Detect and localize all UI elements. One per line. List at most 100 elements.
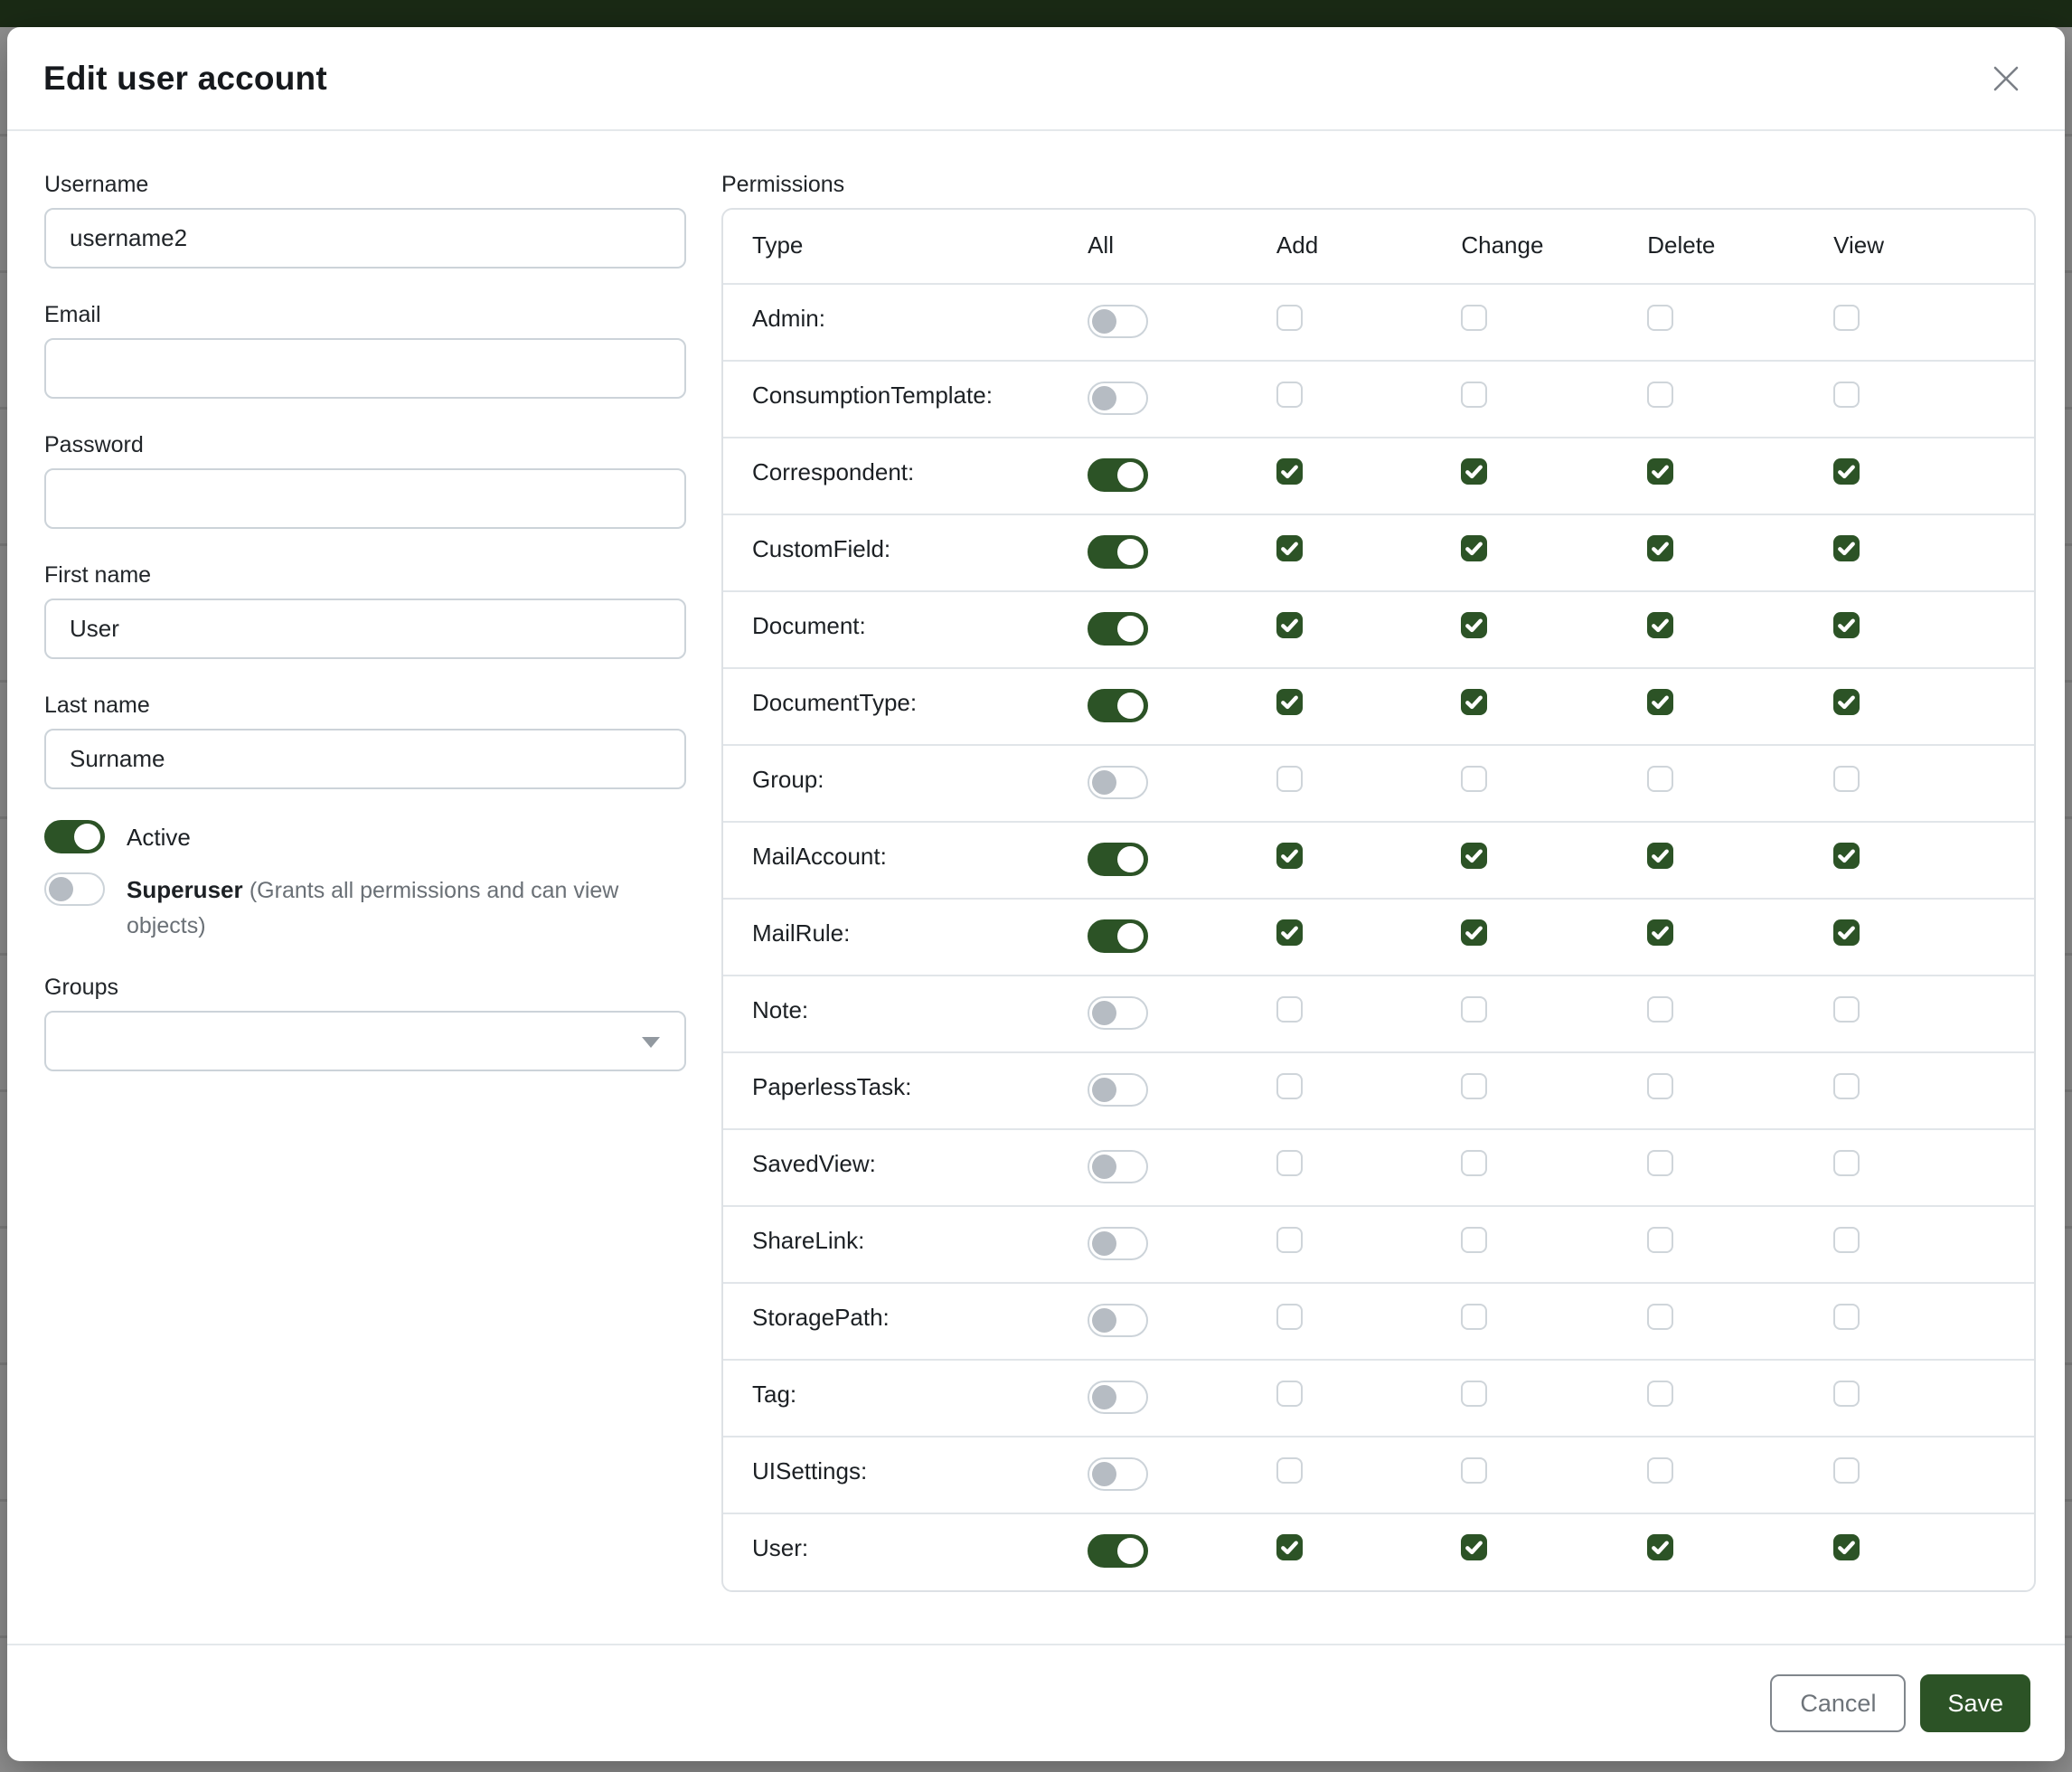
toggle-knob bbox=[1117, 923, 1144, 949]
permission-add-checkbox[interactable] bbox=[1276, 996, 1303, 1023]
permission-change-checkbox[interactable] bbox=[1461, 1227, 1487, 1253]
permission-all-toggle[interactable] bbox=[1088, 382, 1148, 415]
permission-view-checkbox[interactable] bbox=[1833, 612, 1860, 638]
permission-change-checkbox[interactable] bbox=[1461, 305, 1487, 331]
user-form: Username Email Password First name Last … bbox=[44, 169, 686, 1102]
permission-all-toggle[interactable] bbox=[1088, 458, 1148, 492]
permission-add-checkbox[interactable] bbox=[1276, 382, 1303, 408]
permission-delete-checkbox[interactable] bbox=[1647, 1227, 1673, 1253]
permission-change-checkbox[interactable] bbox=[1461, 1073, 1487, 1099]
permission-all-toggle[interactable] bbox=[1088, 1381, 1148, 1414]
permission-view-checkbox[interactable] bbox=[1833, 1304, 1860, 1330]
password-field[interactable] bbox=[44, 468, 686, 529]
permission-delete-checkbox[interactable] bbox=[1647, 458, 1673, 485]
permission-view-checkbox[interactable] bbox=[1833, 305, 1860, 331]
groups-select[interactable] bbox=[44, 1011, 686, 1071]
permission-change-checkbox[interactable] bbox=[1461, 766, 1487, 792]
permission-add-checkbox[interactable] bbox=[1276, 766, 1303, 792]
save-button[interactable]: Save bbox=[1920, 1674, 2030, 1732]
permission-add-checkbox[interactable] bbox=[1276, 1381, 1303, 1407]
permission-delete-checkbox[interactable] bbox=[1647, 305, 1673, 331]
permission-all-toggle[interactable] bbox=[1088, 535, 1148, 569]
permission-change-checkbox[interactable] bbox=[1461, 1457, 1487, 1484]
permission-add-checkbox[interactable] bbox=[1276, 919, 1303, 946]
permission-change-checkbox[interactable] bbox=[1461, 612, 1487, 638]
permission-add-checkbox[interactable] bbox=[1276, 612, 1303, 638]
permission-add-checkbox[interactable] bbox=[1276, 458, 1303, 485]
permission-all-toggle[interactable] bbox=[1088, 1150, 1148, 1183]
permission-change-checkbox[interactable] bbox=[1461, 919, 1487, 946]
permission-view-checkbox[interactable] bbox=[1833, 766, 1860, 792]
permission-all-toggle[interactable] bbox=[1088, 1227, 1148, 1260]
permission-delete-checkbox[interactable] bbox=[1647, 766, 1673, 792]
permission-add-checkbox[interactable] bbox=[1276, 1534, 1303, 1560]
permission-delete-checkbox[interactable] bbox=[1647, 1381, 1673, 1407]
permission-change-checkbox[interactable] bbox=[1461, 1534, 1487, 1560]
close-icon[interactable] bbox=[1985, 58, 2027, 99]
permission-add-checkbox[interactable] bbox=[1276, 1227, 1303, 1253]
cancel-button[interactable]: Cancel bbox=[1770, 1674, 1906, 1732]
permission-view-checkbox[interactable] bbox=[1833, 535, 1860, 561]
active-toggle[interactable] bbox=[44, 820, 105, 853]
permission-view-checkbox[interactable] bbox=[1833, 1457, 1860, 1484]
first-name-field[interactable] bbox=[44, 599, 686, 659]
permission-view-checkbox[interactable] bbox=[1833, 689, 1860, 715]
permission-add-checkbox[interactable] bbox=[1276, 1304, 1303, 1330]
permission-view-checkbox[interactable] bbox=[1833, 1381, 1860, 1407]
superuser-toggle[interactable] bbox=[44, 872, 105, 906]
permission-change-checkbox[interactable] bbox=[1461, 689, 1487, 715]
permission-change-checkbox[interactable] bbox=[1461, 458, 1487, 485]
permission-view-checkbox[interactable] bbox=[1833, 458, 1860, 485]
email-field[interactable] bbox=[44, 338, 686, 399]
permission-all-toggle[interactable] bbox=[1088, 919, 1148, 953]
permission-change-checkbox[interactable] bbox=[1461, 996, 1487, 1023]
permission-view-checkbox[interactable] bbox=[1833, 382, 1860, 408]
permission-all-toggle[interactable] bbox=[1088, 996, 1148, 1030]
permission-delete-checkbox[interactable] bbox=[1647, 535, 1673, 561]
permission-add-checkbox[interactable] bbox=[1276, 535, 1303, 561]
permission-all-toggle[interactable] bbox=[1088, 766, 1148, 799]
permission-all-toggle[interactable] bbox=[1088, 689, 1148, 722]
permission-change-checkbox[interactable] bbox=[1461, 1304, 1487, 1330]
last-name-field[interactable] bbox=[44, 729, 686, 789]
permission-add-checkbox[interactable] bbox=[1276, 305, 1303, 331]
permission-add-checkbox[interactable] bbox=[1276, 1457, 1303, 1484]
permission-view-checkbox[interactable] bbox=[1833, 1227, 1860, 1253]
username-input[interactable] bbox=[44, 208, 686, 269]
permission-all-toggle[interactable] bbox=[1088, 1073, 1148, 1107]
permission-delete-checkbox[interactable] bbox=[1647, 1534, 1673, 1560]
permission-view-checkbox[interactable] bbox=[1833, 996, 1860, 1023]
permission-delete-checkbox[interactable] bbox=[1647, 919, 1673, 946]
permission-change-checkbox[interactable] bbox=[1461, 382, 1487, 408]
permission-all-toggle[interactable] bbox=[1088, 305, 1148, 338]
permission-delete-checkbox[interactable] bbox=[1647, 1150, 1673, 1176]
permission-change-checkbox[interactable] bbox=[1461, 1150, 1487, 1176]
permission-view-checkbox[interactable] bbox=[1833, 919, 1860, 946]
permission-delete-checkbox[interactable] bbox=[1647, 1304, 1673, 1330]
toggle-knob bbox=[1092, 1385, 1116, 1409]
permission-delete-checkbox[interactable] bbox=[1647, 689, 1673, 715]
permission-add-checkbox[interactable] bbox=[1276, 843, 1303, 869]
permission-view-checkbox[interactable] bbox=[1833, 1073, 1860, 1099]
permission-change-checkbox[interactable] bbox=[1461, 1381, 1487, 1407]
permission-delete-checkbox[interactable] bbox=[1647, 612, 1673, 638]
permission-add-checkbox[interactable] bbox=[1276, 689, 1303, 715]
permission-all-toggle[interactable] bbox=[1088, 612, 1148, 646]
permission-add-checkbox[interactable] bbox=[1276, 1150, 1303, 1176]
permission-delete-checkbox[interactable] bbox=[1647, 1073, 1673, 1099]
permission-delete-checkbox[interactable] bbox=[1647, 1457, 1673, 1484]
permission-view-checkbox[interactable] bbox=[1833, 1150, 1860, 1176]
permission-type-label: Tag: bbox=[723, 1360, 1088, 1437]
permission-view-checkbox[interactable] bbox=[1833, 1534, 1860, 1560]
permission-change-checkbox[interactable] bbox=[1461, 535, 1487, 561]
permission-delete-checkbox[interactable] bbox=[1647, 382, 1673, 408]
permission-delete-checkbox[interactable] bbox=[1647, 843, 1673, 869]
permission-all-toggle[interactable] bbox=[1088, 1534, 1148, 1568]
permission-all-toggle[interactable] bbox=[1088, 843, 1148, 876]
permission-all-toggle[interactable] bbox=[1088, 1457, 1148, 1491]
permission-change-checkbox[interactable] bbox=[1461, 843, 1487, 869]
permission-all-toggle[interactable] bbox=[1088, 1304, 1148, 1337]
permission-add-checkbox[interactable] bbox=[1276, 1073, 1303, 1099]
permission-view-checkbox[interactable] bbox=[1833, 843, 1860, 869]
permission-delete-checkbox[interactable] bbox=[1647, 996, 1673, 1023]
